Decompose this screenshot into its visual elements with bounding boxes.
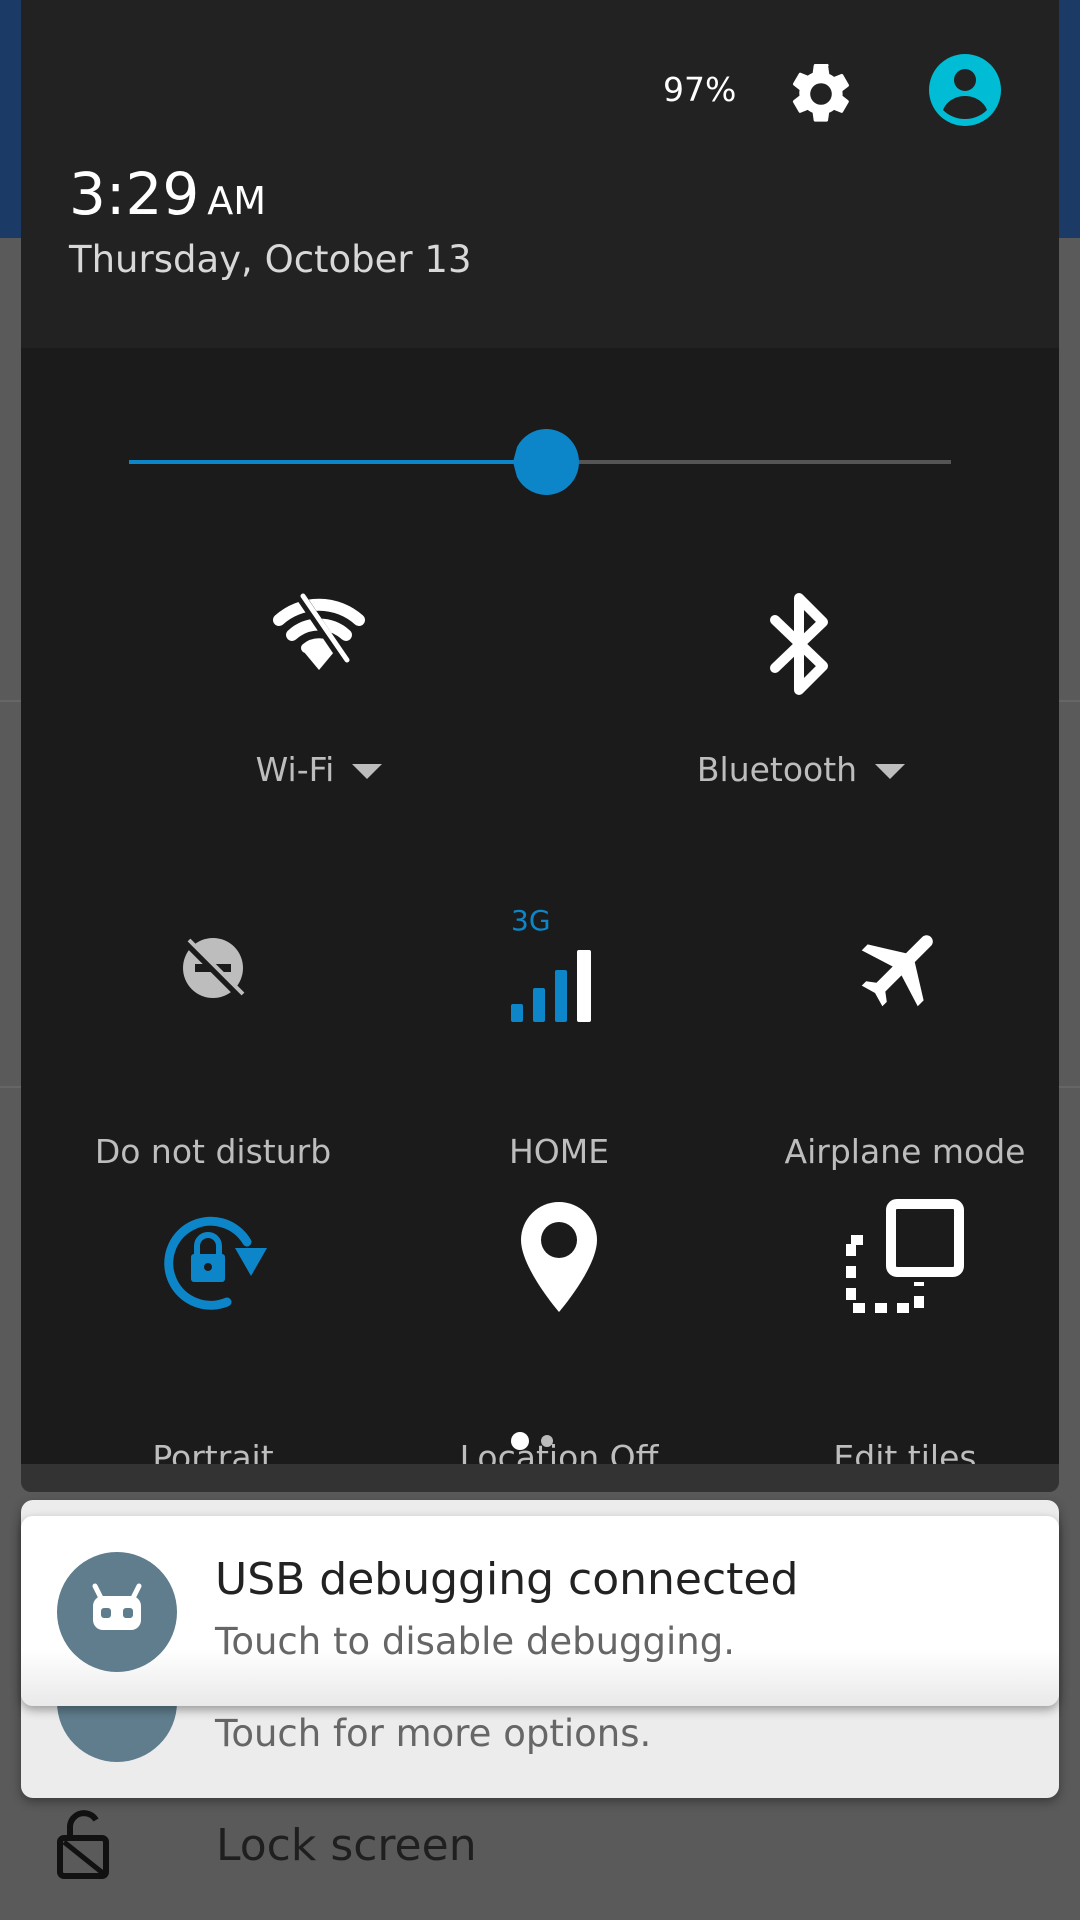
location-pin-icon [521,1202,597,1312]
wifi-off-icon [273,591,365,670]
notification-card-usb-debugging[interactable]: USB debugging connected Touch to disable… [21,1516,1059,1706]
tile-rotation[interactable]: Portrait [63,1186,363,1477]
edit-tiles-icon [846,1199,964,1313]
rotation-lock-icon [164,1216,267,1310]
bluetooth-icon [770,593,828,695]
tile-wifi[interactable]: Wi-Fi [169,580,469,820]
tile-airplane-mode[interactable]: Airplane mode [755,898,1055,1178]
tile-airplane-mode-label: Airplane mode [784,1132,1026,1171]
tile-location[interactable]: Location Off [409,1186,709,1477]
tile-wifi-text: Wi-Fi [255,750,335,789]
do-not-disturb-off-icon [183,938,245,1000]
brightness-slider-thumb[interactable] [511,427,581,497]
network-type-badge: 3G [511,904,551,937]
lock-icon [57,1810,109,1879]
page-dot-active[interactable] [511,1432,529,1450]
notification-secondary-text: Touch for more options. [215,1712,652,1755]
user-avatar-icon[interactable] [927,52,1003,128]
clock[interactable]: 3:29 AM [69,160,266,228]
lock-screen-row[interactable]: Lock screen [0,1800,1080,1920]
tile-do-not-disturb[interactable]: Do not disturb [63,898,363,1178]
chevron-down-icon[interactable] [352,764,383,779]
tile-cellular[interactable]: 3G HOME [409,898,709,1178]
quick-settings-panel-edge [21,1464,1059,1492]
brightness-slider-fill [129,460,532,464]
page-dot[interactable] [541,1435,553,1447]
chevron-down-icon[interactable] [875,764,906,779]
notification-text: Touch to disable debugging. [215,1620,736,1663]
brightness-slider[interactable] [129,429,951,495]
notification-shade-header: 97% 3:29 AM Thursday, October 13 [21,0,1059,348]
tile-edit[interactable]: Edit tiles [755,1186,1055,1477]
airplane-icon [861,935,933,1007]
battery-percentage: 97% [663,70,737,109]
quick-settings-panel: Wi-Fi Bluetooth Do not disturb 3G HOME A… [21,348,1059,1477]
tile-wifi-label[interactable]: Wi-Fi [169,750,469,789]
android-debug-icon [92,1583,142,1630]
tile-bluetooth-label[interactable]: Bluetooth [651,750,951,789]
gear-icon[interactable] [785,58,857,130]
tile-cellular-label: HOME [508,1132,610,1171]
cellular-signal-icon [511,950,591,1022]
tile-bluetooth[interactable]: Bluetooth [651,580,951,820]
lock-screen-label: Lock screen [216,1820,477,1871]
clock-time: 3:29 [69,160,200,228]
date-label[interactable]: Thursday, October 13 [69,238,471,281]
notification-avatar [57,1552,177,1672]
tile-bluetooth-text: Bluetooth [696,750,858,789]
tile-do-not-disturb-label: Do not disturb [94,1132,332,1171]
clock-ampm: AM [207,179,267,223]
notification-title: USB debugging connected [215,1554,799,1605]
